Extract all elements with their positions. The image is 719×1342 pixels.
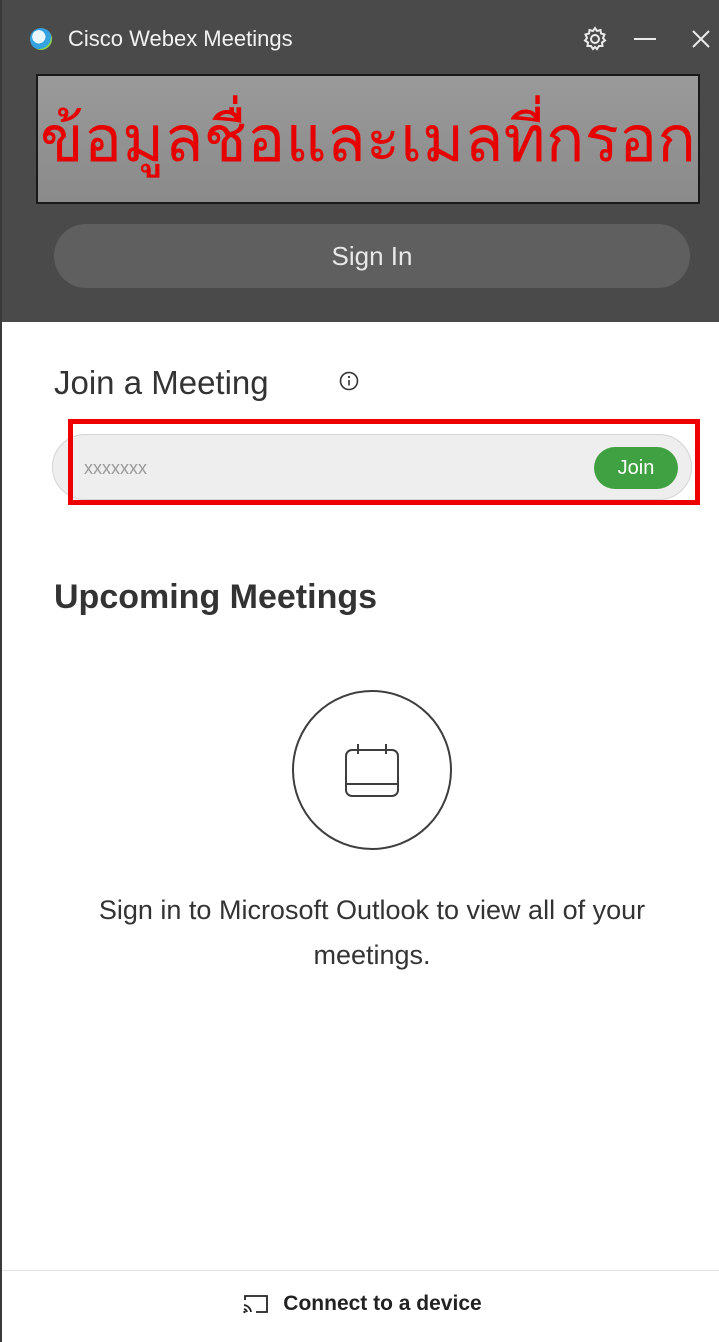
webex-logo-icon: [30, 28, 52, 50]
sign-in-button[interactable]: Sign In: [54, 224, 690, 288]
minimize-icon[interactable]: [634, 38, 656, 40]
gear-icon[interactable]: [580, 24, 610, 54]
name-email-overlay: ข้อมูลชื่อและเมลที่กรอก: [36, 74, 700, 204]
connect-device-label: Connect to a device: [283, 1292, 482, 1315]
cast-icon: [243, 1295, 269, 1314]
join-button[interactable]: Join: [594, 447, 678, 489]
header: Cisco Webex Meetings ข้อมูลชื่อและเมลที่…: [2, 0, 719, 322]
window-title: Cisco Webex Meetings: [68, 26, 293, 51]
upcoming-meetings-title: Upcoming Meetings: [54, 578, 378, 616]
connect-to-device-button[interactable]: Connect to a device: [2, 1280, 719, 1328]
webex-window: Cisco Webex Meetings ข้อมูลชื่อและเมลที่…: [0, 0, 719, 1342]
meeting-number-input[interactable]: [84, 450, 564, 486]
info-icon[interactable]: [338, 370, 360, 392]
footer-divider: [2, 1270, 719, 1271]
join-meeting-title: Join a Meeting: [54, 364, 269, 401]
close-icon[interactable]: [686, 24, 716, 54]
calendar-icon: [345, 744, 399, 797]
outlook-signin-message: Sign in to Microsoft Outlook to view all…: [98, 895, 646, 970]
